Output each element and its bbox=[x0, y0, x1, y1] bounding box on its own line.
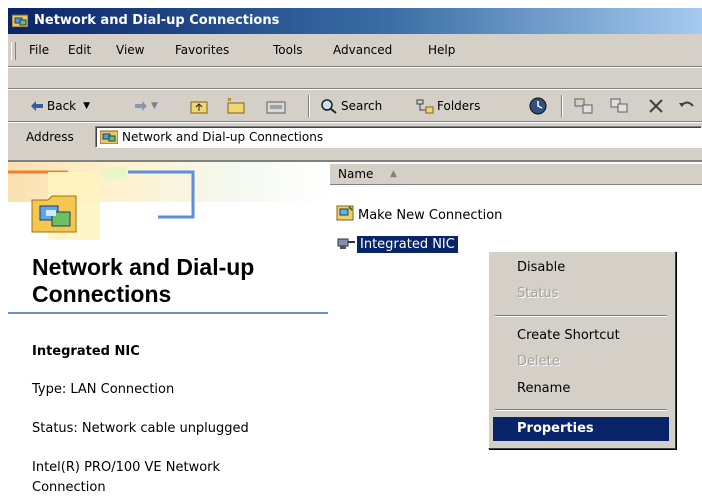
title-rule bbox=[8, 312, 328, 314]
network-folder-icon bbox=[11, 13, 29, 28]
delete-button[interactable] bbox=[648, 96, 664, 116]
new-folder-button[interactable] bbox=[225, 96, 247, 116]
menu-item-properties[interactable]: Properties bbox=[493, 417, 669, 441]
connection-status: Status: Network cable unplugged bbox=[32, 421, 249, 436]
selected-item-name: Integrated NIC bbox=[32, 344, 140, 359]
address-value: Network and Dial-up Connections bbox=[122, 130, 324, 144]
menu-item-create-shortcut[interactable]: Create Shortcut bbox=[493, 324, 669, 348]
folders-button[interactable]: Folders bbox=[416, 96, 480, 116]
toolbar-divider bbox=[8, 88, 702, 90]
list-item-selected[interactable]: Integrated NIC bbox=[336, 233, 458, 255]
menu-item-status: Status bbox=[493, 282, 669, 306]
menu-file[interactable]: File bbox=[29, 43, 49, 57]
menu-tools[interactable]: Tools bbox=[273, 43, 303, 57]
column-header-name[interactable]: Name ▲ bbox=[330, 164, 702, 185]
menu-item-label: Status bbox=[517, 286, 559, 301]
standard-toolbar: Back ▼ ▼ Search Folders bbox=[8, 92, 702, 120]
forward-arrow-icon bbox=[134, 100, 148, 112]
menu-favorites[interactable]: Favorites bbox=[175, 43, 229, 57]
address-label: Address bbox=[26, 130, 74, 144]
move-to-icon bbox=[574, 98, 594, 114]
menu-bar: File Edit View Favorites Tools Advanced … bbox=[8, 40, 702, 62]
device-name-line-2: Connection bbox=[32, 480, 106, 495]
menu-item-label: Delete bbox=[517, 354, 560, 369]
search-label: Search bbox=[341, 99, 383, 113]
folder-icon bbox=[30, 192, 80, 239]
menu-item-label: Disable bbox=[517, 260, 566, 275]
copy-to-icon bbox=[610, 98, 630, 114]
address-input[interactable]: Network and Dial-up Connections bbox=[95, 126, 702, 148]
connection-type: Type: LAN Connection bbox=[32, 382, 175, 397]
copy-to-button[interactable] bbox=[610, 96, 630, 116]
map-drive-button[interactable] bbox=[265, 96, 287, 116]
folders-icon bbox=[416, 98, 434, 114]
back-arrow-icon bbox=[30, 100, 44, 112]
map-drive-icon bbox=[265, 98, 287, 114]
new-folder-icon bbox=[225, 98, 247, 114]
network-folder-icon bbox=[99, 129, 119, 147]
back-label: Back bbox=[47, 99, 77, 113]
up-folder-icon bbox=[190, 98, 208, 114]
up-button[interactable] bbox=[190, 96, 208, 116]
folders-label: Folders bbox=[437, 99, 481, 113]
menu-item-disable[interactable]: Disable bbox=[493, 256, 669, 280]
history-icon bbox=[528, 97, 548, 115]
title-bar[interactable]: Network and Dial-up Connections bbox=[8, 8, 702, 34]
menubar-grip[interactable] bbox=[11, 42, 16, 60]
menu-advanced[interactable]: Advanced bbox=[333, 43, 392, 57]
page-title: Network and Dial-up Connections bbox=[32, 254, 255, 307]
menu-help[interactable]: Help bbox=[428, 43, 455, 57]
context-menu: Disable Status Create Shortcut Delete Re… bbox=[488, 251, 676, 449]
menubar-divider bbox=[8, 66, 702, 68]
forward-button[interactable]: ▼ bbox=[134, 96, 158, 116]
toolbar-separator bbox=[308, 95, 310, 117]
address-divider bbox=[8, 121, 702, 123]
menu-item-label: Create Shortcut bbox=[517, 328, 620, 343]
history-button[interactable] bbox=[528, 96, 548, 116]
details-pane: Network and Dial-up Connections Integrat… bbox=[8, 162, 330, 504]
menu-separator bbox=[495, 409, 667, 411]
undo-icon bbox=[678, 98, 696, 114]
menu-separator bbox=[495, 315, 667, 317]
menu-item-label: Properties bbox=[517, 421, 594, 436]
address-bar: Address Network and Dial-up Connections bbox=[8, 124, 702, 150]
list-item-label: Integrated NIC bbox=[357, 235, 458, 253]
lan-connection-icon bbox=[336, 233, 356, 255]
menu-edit[interactable]: Edit bbox=[68, 43, 91, 57]
chevron-down-icon[interactable]: ▼ bbox=[83, 101, 90, 111]
device-name-line-1: Intel(R) PRO/100 VE Network bbox=[32, 460, 221, 475]
menu-view[interactable]: View bbox=[116, 43, 144, 57]
toolbar-separator bbox=[561, 95, 563, 117]
menu-item-delete: Delete bbox=[493, 350, 669, 374]
list-item[interactable]: Make New Connection bbox=[336, 204, 502, 226]
delete-icon bbox=[648, 98, 664, 114]
undo-button[interactable] bbox=[678, 96, 696, 116]
menu-item-rename[interactable]: Rename bbox=[493, 377, 669, 401]
explorer-window: Network and Dial-up Connections File Edi… bbox=[8, 8, 702, 504]
chevron-down-icon[interactable]: ▼ bbox=[151, 101, 158, 111]
search-icon bbox=[320, 98, 338, 114]
back-button[interactable]: Back ▼ bbox=[30, 96, 90, 116]
list-item-label: Make New Connection bbox=[358, 207, 503, 223]
search-button[interactable]: Search bbox=[320, 96, 382, 116]
window-title: Network and Dial-up Connections bbox=[34, 13, 280, 28]
sort-ascending-icon: ▲ bbox=[390, 169, 397, 179]
menu-item-label: Rename bbox=[517, 381, 571, 396]
make-new-connection-icon bbox=[336, 204, 354, 226]
column-header-label: Name bbox=[338, 167, 374, 181]
move-to-button[interactable] bbox=[574, 96, 594, 116]
